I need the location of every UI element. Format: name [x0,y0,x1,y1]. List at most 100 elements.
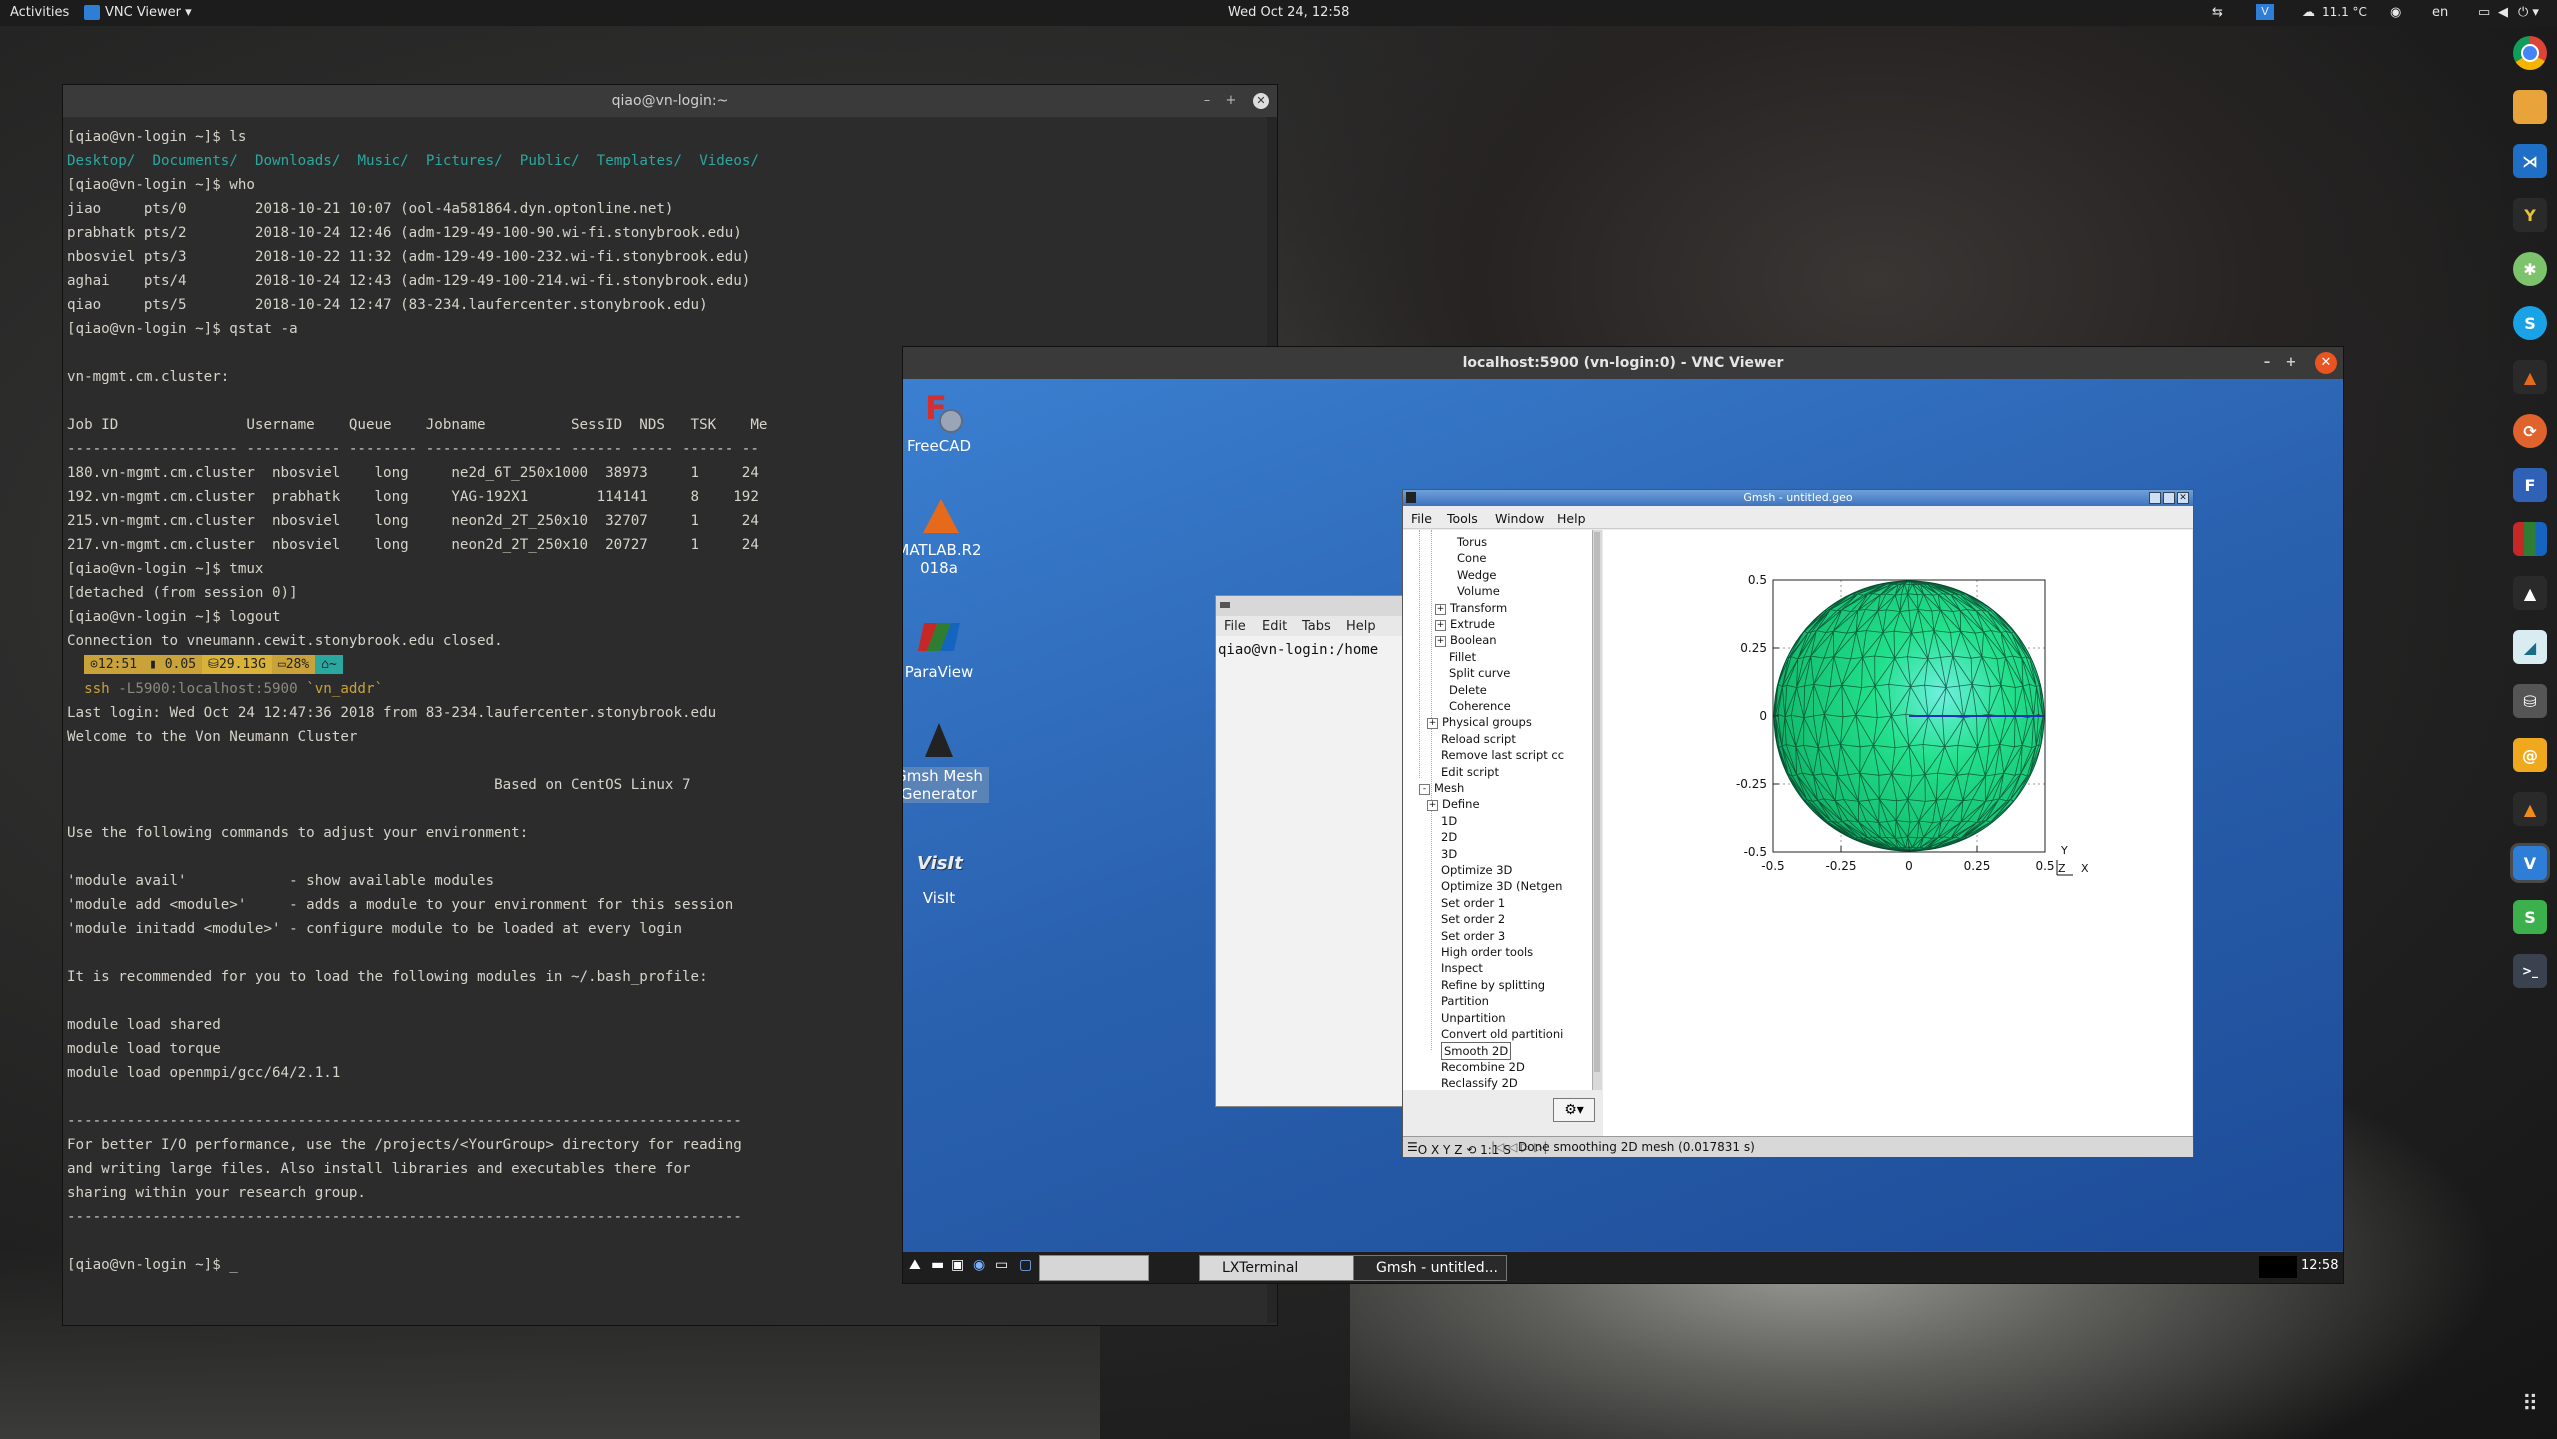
tree-item[interactable]: - Mesh [1419,780,1464,796]
tree-item[interactable]: Wedge [1457,567,1496,583]
android-studio-icon[interactable]: ✱ [2513,252,2547,286]
mail-icon[interactable]: @ [2513,738,2547,772]
tree-item[interactable]: + Boolean [1435,632,1497,648]
collapse-icon[interactable]: - [1419,784,1430,795]
tree-item[interactable]: + Physical groups [1427,714,1532,730]
tree-item[interactable]: Recombine 2D [1441,1059,1525,1075]
tree-item[interactable]: Cone [1457,550,1486,566]
vnc-tray-icon[interactable]: V [2256,4,2274,20]
menu-file[interactable]: File [1224,619,1246,634]
minimize-button[interactable]: – [2259,355,2275,371]
view-controls[interactable]: ☰ O X Y Z ⟲ 1:1 S [1407,1140,1511,1157]
skype-icon[interactable]: S [2513,306,2547,340]
activities-button[interactable]: Activities [10,5,69,20]
desktop-pager-icon[interactable]: ▢ [1019,1257,1032,1273]
terminal-titlebar[interactable]: qiao@vn-login:~ – + ✕ [63,85,1277,117]
tree-item[interactable]: Partition [1441,993,1489,1009]
tree-item[interactable]: Reload script [1441,731,1516,747]
vlc-icon[interactable]: ▲ [2513,792,2547,826]
tree-item[interactable]: Coherence [1449,698,1511,714]
close-button[interactable]: ✕ [2315,352,2337,374]
menu-edit[interactable]: Edit [1262,619,1287,634]
update-icon[interactable]: ⟳ [2513,414,2547,448]
tree-item[interactable]: Smooth 2D [1441,1042,1512,1061]
expand-icon[interactable]: + [1435,620,1446,631]
dropbox-icon[interactable]: ⇆ [2212,5,2223,20]
paraview-icon[interactable] [2513,522,2547,556]
tree-item[interactable]: Remove last script cc [1441,747,1564,763]
terminal-icon[interactable]: >_ [2513,954,2547,988]
desktop-icon-visit[interactable]: VisIt VisIt [903,841,989,907]
remote-desktop[interactable]: F FreeCAD MATLAB.R2 018a ParaView Gmsh M… [903,379,2343,1251]
tree-item[interactable]: Torus [1457,534,1487,550]
lxterminal-prompt[interactable]: qiao@vn-login:/home [1218,642,1378,658]
desktop-icon-paraview[interactable]: ParaView [903,615,989,681]
expand-icon[interactable]: + [1427,718,1438,730]
tree-item[interactable]: Set order 2 [1441,911,1505,927]
battery-icon[interactable]: ▭ [2478,5,2490,20]
taskbar-lxterminal[interactable]: LXTerminal [1199,1255,1371,1281]
expand-icon[interactable]: + [1435,636,1446,648]
terminal-launcher-icon[interactable]: ▣ [951,1257,964,1273]
desktop-icon-gmsh[interactable]: Gmsh Mesh Generator [903,719,989,803]
lxde-menu-icon[interactable]: ⛰ [909,1257,921,1273]
scrollbar-thumb[interactable] [1594,532,1600,1072]
freecad-icon[interactable]: F [2513,468,2547,502]
maximize-button[interactable]: + [1223,93,1239,109]
tree-item[interactable]: Edit script [1441,764,1499,780]
tree-item[interactable]: Optimize 3D [1441,862,1512,878]
tree-item[interactable]: Optimize 3D (Netgen [1441,878,1562,894]
tree-item[interactable]: Refine by splitting [1441,977,1545,993]
app-icon[interactable]: Y [2513,198,2547,232]
vnc-viewer-icon[interactable]: V [2513,846,2547,880]
graphics-canvas[interactable]: -0.5 -0.25 0 0.25 0.5 0.5 0.25 0 -0.25 -0.5 Y Z X [1603,530,2192,1138]
clock[interactable]: Wed Oct 24, 12:58 [1228,5,1349,20]
gmsh-graphics[interactable]: -0.5 -0.25 0 0.25 0.5 0.5 0.25 0 -0.25 -0.5 Y Z X [1603,530,2192,1138]
tree-item[interactable]: Convert old partitioni [1441,1026,1563,1042]
vscode-icon[interactable]: ⋊ [2513,144,2547,178]
tree-item[interactable]: Split curve [1449,665,1510,681]
menu-file[interactable]: File [1411,511,1432,526]
maximize-button[interactable] [2163,492,2175,504]
vnc-titlebar[interactable]: localhost:5900 (vn-login:0) - VNC Viewer… [903,347,2343,379]
tree-item[interactable]: High order tools [1441,944,1533,960]
app-menu[interactable]: VNC Viewer ▾ [105,5,192,20]
tree-item[interactable]: Unpartition [1441,1010,1506,1026]
taskbar-gmsh[interactable]: Gmsh - untitled... [1353,1255,1507,1281]
s-app-icon[interactable]: S [2513,900,2547,934]
tree-item[interactable]: Volume [1457,583,1500,599]
menu-tabs[interactable]: Tabs [1302,619,1331,634]
tree-item[interactable]: + Define [1427,796,1480,812]
language-indicator[interactable]: en [2432,5,2448,20]
gear-button[interactable]: ⚙▾ [1553,1098,1595,1122]
menu-help[interactable]: Help [1557,511,1586,526]
document-icon[interactable]: ◢ [2513,630,2547,664]
system-menu-icon[interactable]: ⏻ ▾ [2518,5,2539,20]
chrome-icon[interactable] [2513,36,2547,70]
gmsh-icon[interactable]: ▲ [2513,576,2547,610]
workspace-pager[interactable] [1039,1255,1149,1281]
expand-icon[interactable]: + [1435,603,1446,615]
drive-icon[interactable]: ⛁ [2513,684,2547,718]
expand-icon[interactable]: + [1427,800,1438,812]
tree-item[interactable]: 3D [1441,846,1457,862]
tree-item[interactable]: 2D [1441,829,1457,845]
tree-item[interactable]: Set order 3 [1441,928,1505,944]
gmsh-titlebar[interactable]: Gmsh - untitled.geo ✕ [1403,490,2193,506]
tree-item[interactable]: Set order 1 [1441,895,1505,911]
menu-help[interactable]: Help [1346,619,1376,634]
tree-item[interactable]: Fillet [1449,649,1476,665]
tree-item[interactable]: + Extrude [1435,616,1495,632]
file-manager-icon[interactable]: ▬ [931,1257,944,1273]
tree-item[interactable]: Inspect [1441,960,1483,976]
minimize-button[interactable]: – [1199,93,1215,109]
show-apps-icon[interactable]: ⠿ [2517,1392,2543,1418]
panel-clock[interactable]: 12:58 [2301,1258,2338,1273]
minimize-button[interactable] [2149,492,2161,504]
gmsh-module-tree[interactable]: Torus Cone Wedge Volume + Transform + Extrude + B… [1403,530,1594,1090]
files-icon[interactable] [2513,90,2547,124]
desktop-icon-matlab[interactable]: MATLAB.R2 018a [903,493,989,577]
volume-icon[interactable]: ◀ [2498,5,2508,20]
matlab-icon[interactable]: ▲ [2513,360,2547,394]
tree-item[interactable]: Reclassify 2D [1441,1075,1518,1090]
